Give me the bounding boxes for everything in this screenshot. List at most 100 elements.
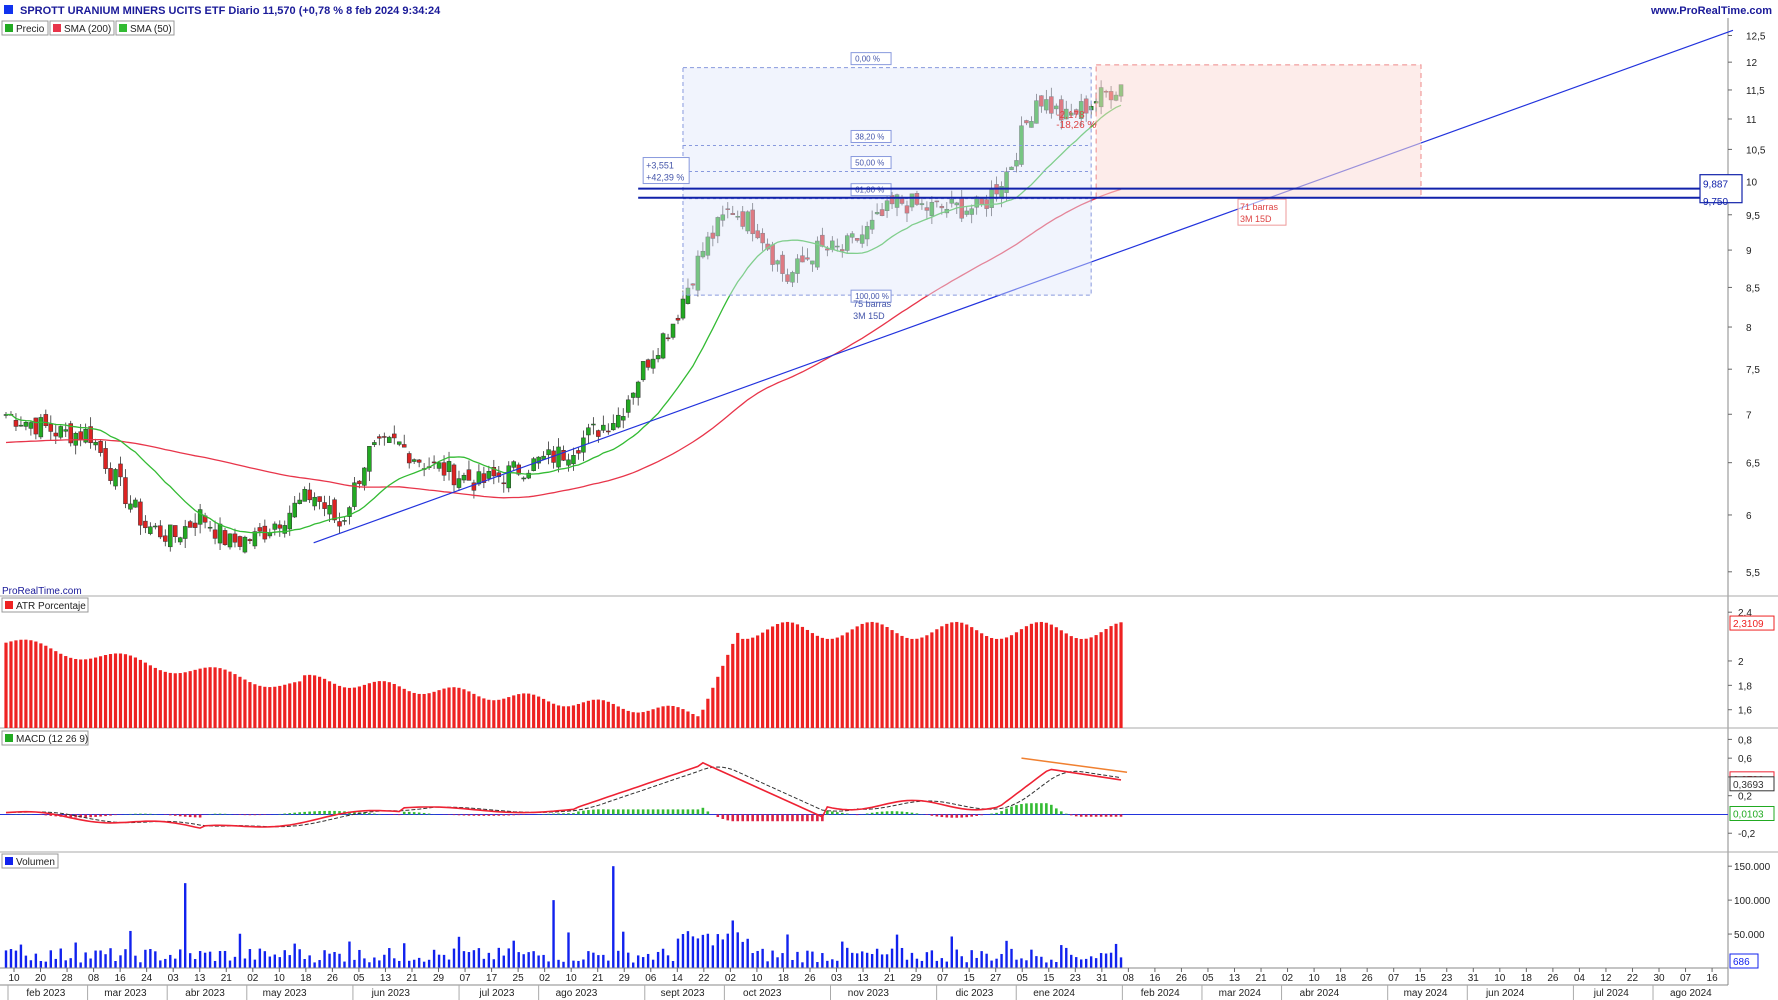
volume-bar: [1070, 954, 1073, 968]
atr-bar: [850, 629, 854, 728]
candle-up: [620, 416, 626, 421]
fib-label: 61,80 %: [855, 186, 884, 195]
atr-bar: [64, 656, 68, 728]
price-tick-label: 7,5: [1746, 365, 1760, 376]
volume-bar: [527, 952, 530, 968]
volume-bar: [64, 960, 67, 968]
atr-bar: [417, 693, 421, 728]
volume-bar: [44, 961, 48, 968]
x-tick-label: 22: [698, 973, 710, 984]
macd-histogram-bar: [397, 814, 401, 816]
macd-histogram-bar: [840, 812, 844, 815]
atr-bar: [990, 637, 994, 728]
atr-bar: [741, 638, 745, 728]
month-label: mar 2024: [1219, 988, 1262, 999]
site-link[interactable]: www.ProRealTime.com: [1650, 5, 1772, 17]
macd-histogram-bar: [686, 809, 690, 815]
atr-bar: [761, 632, 765, 728]
candle-up: [456, 478, 462, 488]
x-tick-label: 04: [1574, 973, 1586, 984]
macd-histogram-bar: [806, 814, 809, 822]
candle-down: [337, 521, 342, 527]
macd-histogram-bar: [313, 811, 316, 815]
macd-histogram-bar: [960, 814, 964, 818]
candle-down: [501, 482, 507, 485]
volume-bar: [796, 951, 799, 968]
atr-bar: [412, 692, 416, 728]
candle-up: [655, 355, 661, 360]
macd-histogram-bar: [636, 809, 640, 815]
legend-volume-label: Volumen: [16, 857, 55, 868]
macd-histogram-bar: [1074, 814, 1078, 817]
volume-bar: [641, 957, 645, 968]
atr-bar: [472, 693, 476, 728]
volume-bar: [487, 952, 491, 968]
candle-up: [302, 489, 307, 502]
macd-histogram-bar: [278, 813, 282, 815]
volume-bar: [442, 954, 446, 968]
atr-bar: [651, 709, 655, 728]
macd-histogram-bar: [915, 813, 919, 815]
support-tag-2: 9,750: [1703, 197, 1728, 208]
volume-bar: [597, 955, 600, 968]
volume-bar: [432, 949, 436, 968]
macd-histogram-bar: [129, 813, 132, 815]
candle-down: [163, 535, 168, 542]
atr-bar: [999, 638, 1004, 728]
candle-down: [406, 453, 412, 464]
macd-histogram-bar: [756, 814, 759, 822]
volume-bar: [188, 953, 192, 968]
candle-up: [630, 392, 636, 398]
atr-bar: [74, 658, 78, 728]
macd-histogram-bar: [681, 809, 685, 815]
volume-bar: [1010, 948, 1013, 968]
volume-bar: [686, 931, 690, 968]
candle-up: [601, 424, 606, 431]
atr-bar: [367, 683, 371, 728]
volume-bar: [323, 950, 326, 968]
atr-bar: [770, 626, 775, 728]
atr-bar: [228, 671, 232, 728]
candle-up: [531, 458, 536, 471]
candle-up: [591, 423, 596, 426]
x-tick-label: 06: [645, 973, 657, 984]
atr-bar: [1054, 627, 1058, 728]
x-tick-label: 16: [115, 973, 127, 984]
volume-bar: [1040, 956, 1043, 968]
volume-bar: [920, 960, 924, 968]
candle-up: [297, 499, 302, 504]
atr-bar: [756, 635, 760, 728]
volume-bar: [716, 934, 720, 968]
atr-bar: [885, 627, 889, 728]
candle-down: [665, 337, 671, 340]
volume-bar: [268, 956, 272, 968]
x-tick-label: 08: [88, 973, 100, 984]
volume-bar: [627, 952, 630, 968]
candle-down: [431, 461, 437, 464]
month-label: jun 2024: [1485, 988, 1525, 999]
atr-bar: [362, 684, 366, 728]
volume-bar: [482, 958, 486, 968]
volume-bar: [681, 934, 685, 968]
macd-histogram-bar: [875, 812, 879, 815]
candle-down: [645, 359, 651, 368]
macd-histogram-bar: [965, 814, 969, 818]
candle-down: [33, 417, 39, 435]
macd-histogram-bar: [218, 813, 222, 815]
macd-histogram-bar: [1000, 811, 1003, 815]
x-tick-label: 18: [300, 973, 312, 984]
month-label: may 2024: [1404, 988, 1448, 999]
x-tick-label: 16: [1149, 973, 1161, 984]
atr-bar: [1074, 638, 1078, 728]
macd-histogram-bar: [492, 814, 496, 816]
candle-up: [372, 442, 377, 445]
volume-bar: [1109, 952, 1113, 968]
atr-bar: [1024, 626, 1029, 728]
volume-bar: [950, 936, 953, 968]
atr-bar: [29, 640, 33, 728]
volume-tick-label: 150.000: [1734, 862, 1771, 873]
volume-bar: [258, 948, 262, 968]
atr-bar: [726, 654, 730, 728]
volume-bar: [84, 952, 87, 968]
volume-legend: Volumen: [1, 853, 59, 869]
